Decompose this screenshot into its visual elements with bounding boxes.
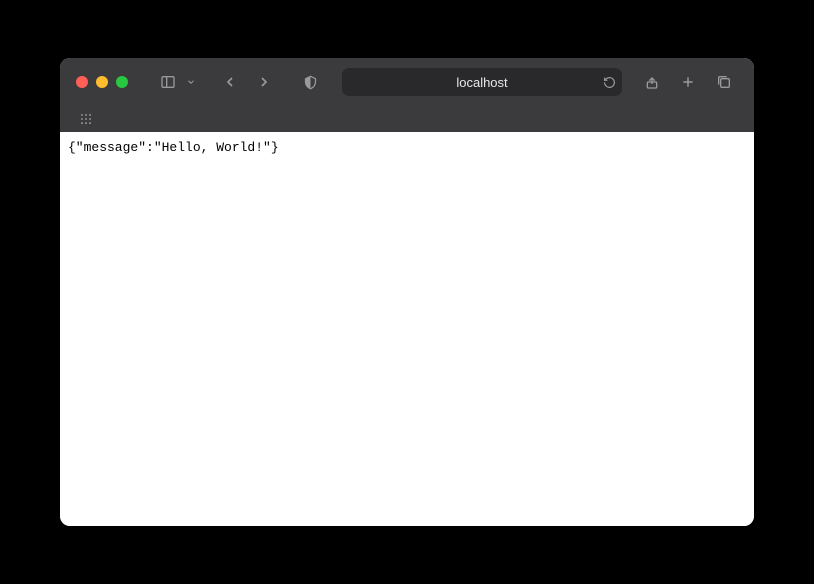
browser-window: localhost xyxy=(60,58,754,526)
page-content[interactable]: {"message":"Hello, World!"} xyxy=(60,132,754,526)
close-window-button[interactable] xyxy=(76,76,88,88)
tabs-overview-button[interactable] xyxy=(710,68,738,96)
share-button[interactable] xyxy=(638,68,666,96)
fullscreen-window-button[interactable] xyxy=(116,76,128,88)
tab-strip xyxy=(60,106,754,132)
sidebar-toggle-button[interactable] xyxy=(154,68,182,96)
window-controls xyxy=(76,76,128,88)
reload-button[interactable] xyxy=(603,76,616,89)
toolbar: localhost xyxy=(60,58,754,106)
minimize-window-button[interactable] xyxy=(96,76,108,88)
titlebar: localhost xyxy=(60,58,754,132)
forward-button[interactable] xyxy=(250,68,278,96)
sidebar-menu-chevron[interactable] xyxy=(184,68,198,96)
address-bar-text: localhost xyxy=(456,75,507,90)
back-button[interactable] xyxy=(216,68,244,96)
privacy-shield-icon[interactable] xyxy=(296,68,324,96)
tab-grid-icon[interactable] xyxy=(76,109,96,129)
new-tab-button[interactable] xyxy=(674,68,702,96)
address-bar[interactable]: localhost xyxy=(342,68,622,96)
